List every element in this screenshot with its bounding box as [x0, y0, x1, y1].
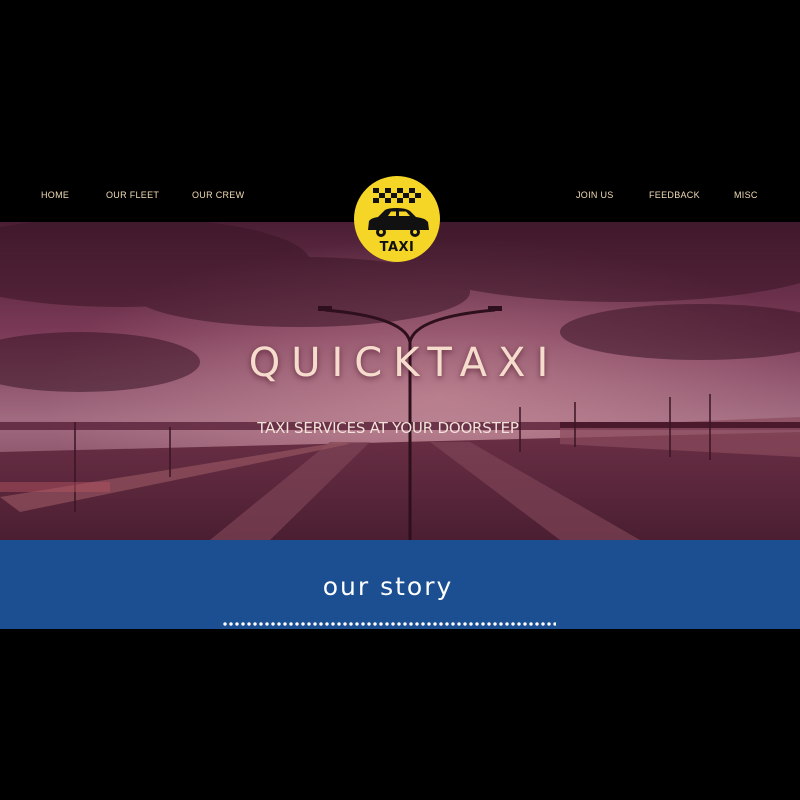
nav-feedback[interactable]: FEEDBACK	[649, 190, 700, 200]
section-heading: our story	[322, 572, 454, 601]
nav-join-us[interactable]: JOIN US	[576, 190, 614, 200]
dotted-divider	[222, 621, 556, 627]
hero-banner: QUICKTAXI TAXI SERVICES AT YOUR DOORSTEP	[0, 222, 800, 540]
hero-subtitle: TAXI SERVICES AT YOUR DOORSTEP	[257, 419, 519, 437]
nav-misc[interactable]: MISC	[734, 190, 758, 200]
logo-label: TAXI	[379, 240, 415, 255]
our-story-section: our story	[0, 540, 800, 629]
taxi-logo[interactable]: TAXI	[354, 176, 440, 262]
nav-our-fleet[interactable]: OUR FLEET	[106, 190, 159, 200]
nav-our-crew[interactable]: OUR CREW	[192, 190, 244, 200]
hero-title: QUICKTAXI	[248, 340, 560, 386]
nav-home[interactable]: HOME	[41, 190, 69, 200]
